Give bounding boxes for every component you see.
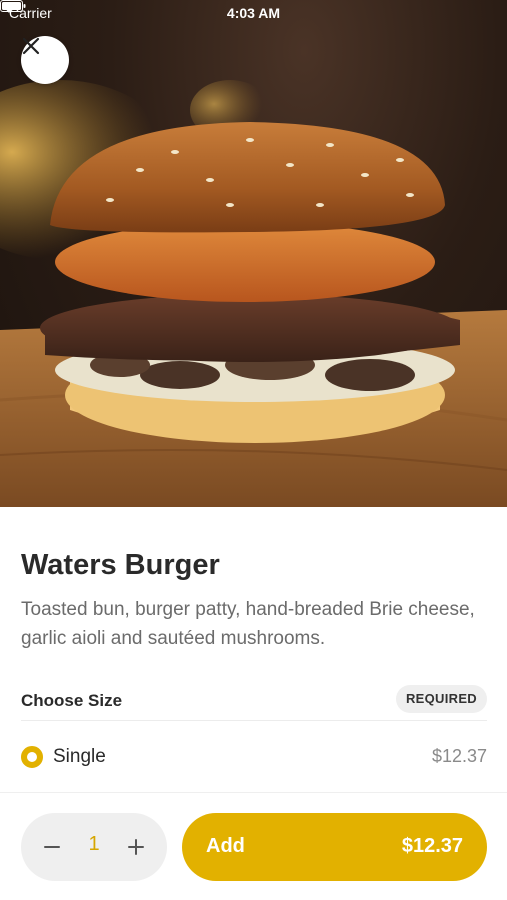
- add-to-cart-button[interactable]: Add $12.37: [182, 813, 487, 881]
- decrease-quantity-button[interactable]: [37, 832, 67, 862]
- burger-photo: [0, 80, 507, 507]
- status-bar: Carrier 4:03 AM: [0, 0, 507, 28]
- increase-quantity-button[interactable]: [121, 832, 151, 862]
- radio-selected-icon[interactable]: [21, 746, 43, 768]
- required-badge: REQUIRED: [395, 685, 487, 713]
- size-section-header: Choose Size REQUIRED: [21, 685, 487, 721]
- close-icon: [22, 37, 40, 55]
- size-option-single[interactable]: Single $12.37: [21, 739, 487, 775]
- quantity-value: 1: [88, 833, 100, 855]
- item-description: Toasted bun, burger patty, hand-breaded …: [21, 599, 475, 649]
- close-button[interactable]: [21, 36, 69, 84]
- add-button-price: $12.37: [401, 835, 463, 857]
- minus-icon: [44, 846, 60, 848]
- size-option-price: $12.37: [431, 746, 487, 766]
- item-title: Waters Burger: [21, 549, 220, 581]
- hero-image: Carrier 4:03 AM: [0, 0, 507, 507]
- bottom-bar: 1 Add $12.37: [0, 792, 507, 900]
- add-button-label: Add: [206, 835, 245, 857]
- status-time: 4:03 AM: [226, 5, 281, 21]
- quantity-stepper: 1: [21, 813, 167, 881]
- size-option-label: Single: [53, 746, 106, 767]
- size-section-title: Choose Size: [21, 691, 123, 710]
- plus-icon: [128, 839, 144, 855]
- battery-icon: [0, 0, 26, 12]
